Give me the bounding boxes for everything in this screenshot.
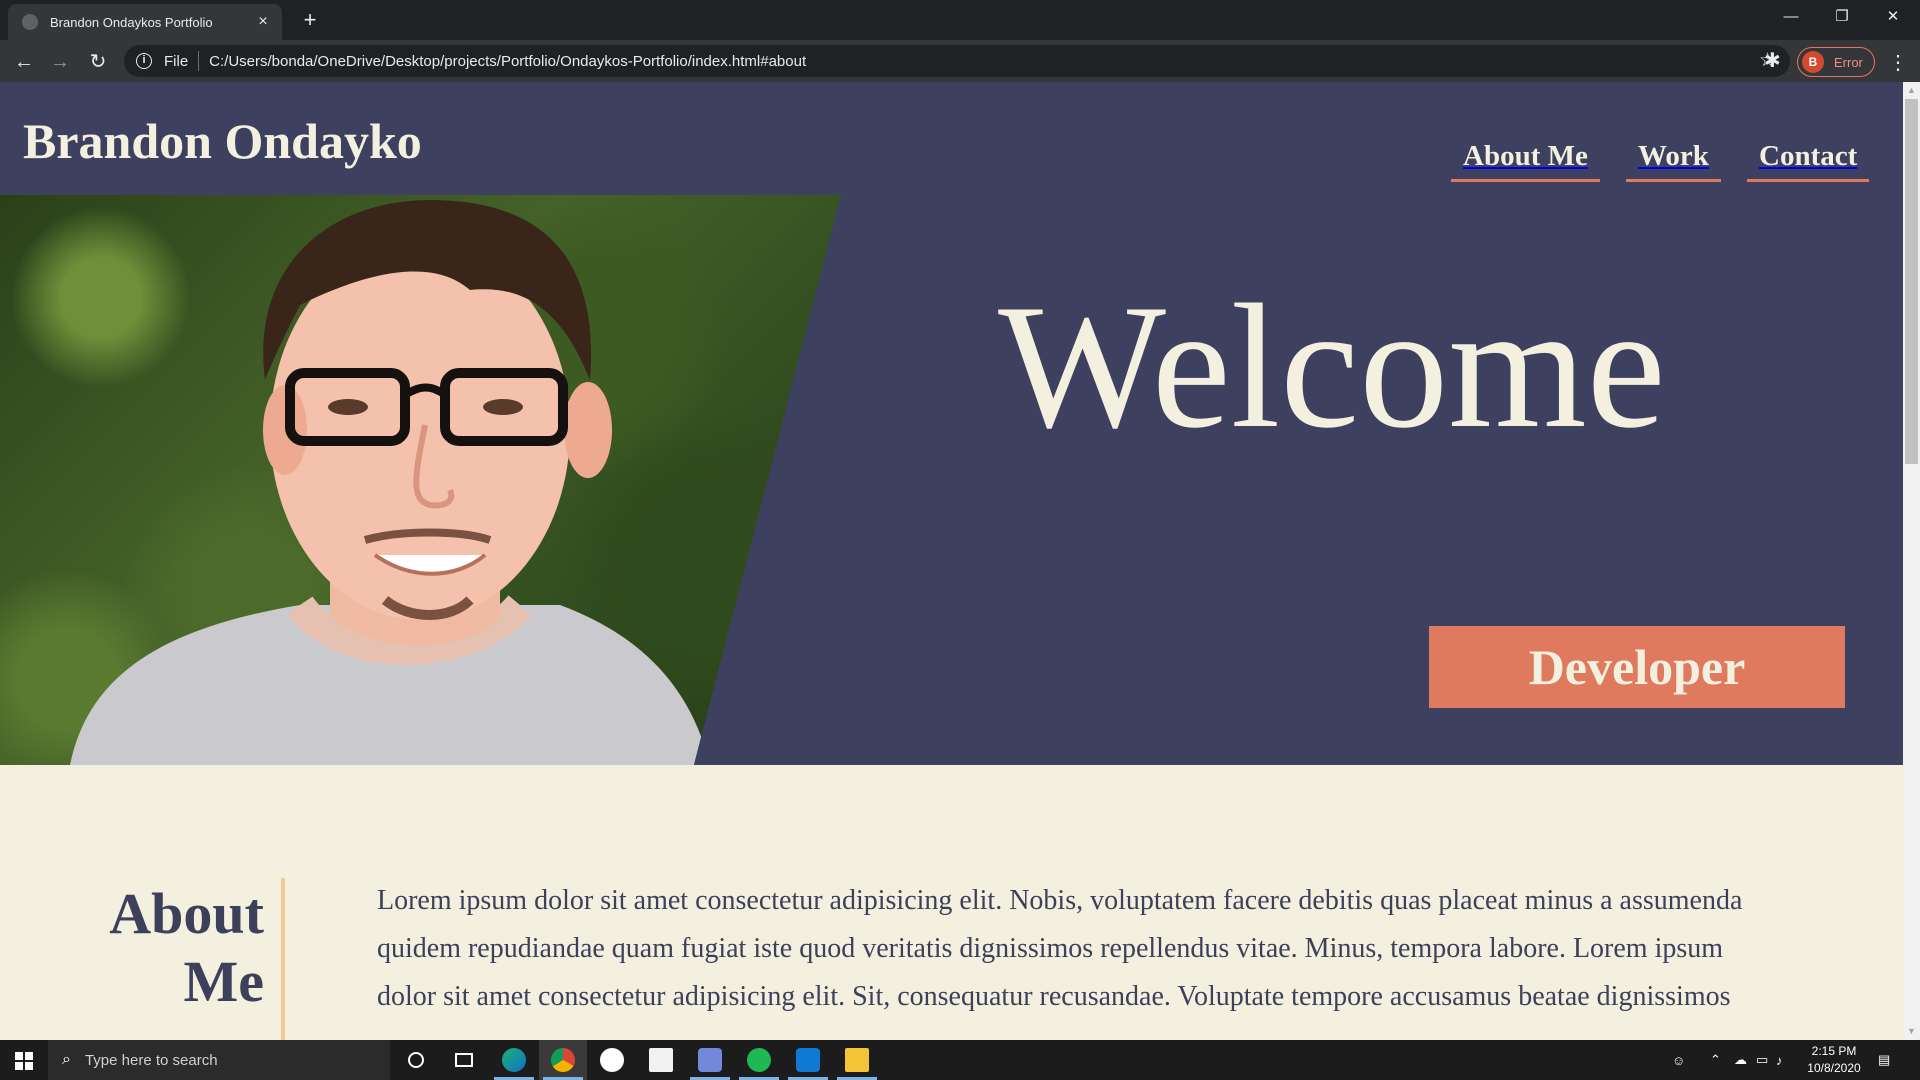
page-viewport: Brandon Ondayko About Me Work Contact We… [0,82,1903,1040]
volume-icon[interactable]: ♪ [1776,1040,1783,1080]
taskbar-search-placeholder: Type here to search [84,1051,218,1069]
clock-date: 10/8/2020 [1807,1061,1861,1075]
site-info-icon[interactable]: i [136,53,152,69]
about-title: About Me [109,880,264,1016]
about-section: About Me Lorem ipsum dolor sit amet cons… [0,765,1903,1040]
forward-button[interactable]: → [46,48,74,76]
taskbar-clock[interactable]: 2:15 PM 10/8/2020 [1794,1043,1874,1077]
profile-photo [0,195,841,765]
discord-icon[interactable] [686,1040,734,1080]
address-bar[interactable]: i File C:/Users/bonda/OneDrive/Desktop/p… [124,45,1790,77]
developer-button[interactable]: Developer [1429,626,1845,708]
onedrive-icon[interactable]: ☁ [1734,1040,1747,1080]
site-brand[interactable]: Brandon Ondayko [23,112,422,170]
store-icon[interactable] [637,1040,685,1080]
about-title-line2: Me [183,949,265,1014]
back-button[interactable]: ← [10,48,38,76]
nav-about-me-label: About Me [1451,136,1600,182]
globe-icon [22,14,38,30]
people-icon[interactable]: ☺ [1672,1040,1685,1080]
profile-status: Error [1834,54,1863,70]
new-tab-button[interactable]: + [296,6,324,34]
nav-about-me[interactable]: About Me [1451,136,1600,182]
browser-toolbar: ← → ↻ i File C:/Users/bonda/OneDrive/Des… [0,40,1920,82]
scroll-down-icon[interactable]: ▼ [1903,1023,1920,1040]
about-divider [281,878,285,1040]
chrome-icon[interactable] [539,1040,587,1080]
minimize-button[interactable]: — [1766,0,1816,34]
tab-title: Brandon Ondaykos Portfolio [50,14,213,30]
tab-close-icon[interactable]: × [254,13,272,31]
avatar: B [1802,51,1824,73]
vscode-icon[interactable] [784,1040,832,1080]
clock-time: 2:15 PM [1811,1044,1857,1058]
nav-contact-label: Contact [1747,136,1870,182]
hero-heading: Welcome [998,267,1666,465]
restore-button[interactable]: ❐ [1817,0,1867,34]
hero-section: Brandon Ondayko About Me Work Contact We… [0,82,1903,765]
address-separator [198,51,200,71]
file-explorer-icon[interactable] [833,1040,881,1080]
close-window-button[interactable]: ✕ [1868,0,1918,34]
scroll-up-icon[interactable]: ▲ [1903,82,1920,99]
nav-work[interactable]: Work [1626,136,1721,182]
search-icon: ⌕ [62,1051,71,1068]
spotify-icon[interactable] [735,1040,783,1080]
browser-menu-icon[interactable]: ⋮ [1888,50,1908,75]
windows-start-icon[interactable] [0,1040,48,1080]
tray-overflow-icon[interactable]: ⌃ [1710,1040,1721,1080]
browser-tab-bar: Brandon Ondaykos Portfolio × + — ❐ ✕ [0,0,1920,40]
scrollbar-thumb[interactable] [1905,99,1918,464]
action-center-icon[interactable]: ▤ [1878,1040,1890,1080]
portrait-illustration [70,200,710,765]
network-icon[interactable]: ▭ [1756,1040,1768,1080]
profile-button[interactable]: B Error [1797,47,1875,77]
page-scrollbar[interactable]: ▲ ▼ [1903,82,1920,1040]
nav-contact[interactable]: Contact [1747,136,1870,182]
xbox-icon[interactable] [588,1040,636,1080]
edge-icon[interactable] [490,1040,538,1080]
task-view-icon[interactable] [440,1040,488,1080]
url-text[interactable]: C:/Users/bonda/OneDrive/Desktop/projects… [209,53,806,70]
about-title-line1: About [109,881,264,946]
cortana-icon[interactable] [392,1040,440,1080]
about-paragraph: Lorem ipsum dolor sit amet consectetur a… [377,885,1743,1012]
taskbar-search[interactable]: ⌕ Type here to search [48,1040,390,1080]
browser-tab[interactable]: Brandon Ondaykos Portfolio × [8,4,282,40]
extensions-icon[interactable]: ✱ [1764,48,1781,73]
scheme-label: File [164,52,189,70]
reload-button[interactable]: ↻ [84,48,112,76]
nav-work-label: Work [1626,136,1721,182]
taskbar: ⌕ Type here to search ☺ ⌃ ☁ ▭ ♪ 2:15 PM … [0,1040,1920,1080]
